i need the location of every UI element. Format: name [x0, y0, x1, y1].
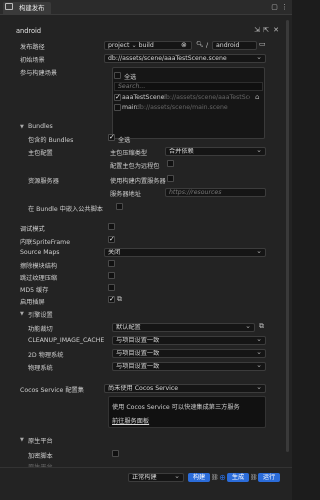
splash-label: 启用插屏	[20, 299, 45, 306]
inline-spriteframe-checkbox[interactable]	[108, 235, 115, 243]
debug-checkbox[interactable]	[108, 223, 115, 230]
search-icon[interactable]: 🔍︎	[196, 41, 204, 48]
compress-type-label: 主包压缩类型	[110, 150, 148, 157]
compress-type-select[interactable]: 合并依赖	[165, 147, 266, 156]
physics-label: 物理系统	[28, 365, 53, 372]
collapse-icon[interactable]: ▼	[20, 124, 24, 130]
collapse-icon[interactable]: ▼	[20, 437, 24, 443]
project-prefix-select[interactable]: project	[108, 42, 129, 49]
import-icon[interactable]: ⇲	[253, 26, 261, 34]
include-bundles-checkbox[interactable]	[108, 133, 115, 141]
platform-title: android	[16, 27, 42, 35]
run-button[interactable]: 运行	[258, 473, 280, 482]
maximize-icon[interactable]: ▢	[270, 3, 279, 12]
scene-checkbox-aaaTestScene[interactable]	[114, 93, 121, 101]
build-button[interactable]: 构建	[188, 473, 210, 482]
erase-module-checkbox[interactable]	[108, 260, 115, 267]
cleanup-image-cache-select[interactable]: 与项目设置一致	[112, 336, 266, 345]
start-scene-select[interactable]: db://assets/scene/aaaTestScene.scene	[104, 54, 266, 63]
remote-main-label: 配置主包为远程包	[110, 163, 160, 170]
footer-bar	[0, 467, 292, 500]
scene-search-input[interactable]: Search...	[114, 82, 263, 91]
main-package-label: 主包配置	[28, 150, 53, 157]
source-maps-select[interactable]: 关闭	[104, 248, 266, 257]
select-all-scenes-label: 全选	[124, 74, 137, 81]
build-panel-icon	[5, 3, 13, 10]
scene-path: db://assets/scene/aaaTestScene	[162, 94, 250, 101]
publish-path-value: build	[138, 42, 154, 49]
inline-spriteframe-label: 内联SpriteFrame	[20, 239, 71, 246]
resource-server-label: 资源服务器	[28, 178, 59, 185]
engine-section-title: 引擎设置	[28, 312, 53, 319]
md5-label: MD5 缓存	[20, 287, 49, 294]
server-address-input[interactable]: https://resources	[165, 188, 266, 197]
cocos-service-label: Cocos Service 配置集	[20, 387, 84, 394]
cocos-service-select[interactable]: 尚未使用 Cocos Service	[104, 384, 266, 393]
physics-select[interactable]: 与项目设置一致	[112, 362, 266, 371]
start-scene-label: 初始场景	[20, 57, 45, 64]
debug-label: 调试模式	[20, 226, 45, 233]
collapse-icon[interactable]: ▼	[20, 311, 24, 317]
folder-icon[interactable]: ▭	[259, 40, 266, 48]
window-title: 构建发布	[19, 4, 45, 12]
link-icon: ⛓	[211, 474, 219, 481]
erase-module-label: 擦除模块结构	[20, 263, 58, 270]
source-maps-label: Source Maps	[20, 249, 60, 256]
skip-compress-label: 跳过纹理压缩	[20, 275, 58, 282]
feature-crop-label: 功能裁切	[28, 326, 53, 333]
encrypt-script-label: 加密脚本	[28, 453, 53, 460]
build-mode-select[interactable]: 正常构建	[128, 473, 184, 482]
physics-2d-select[interactable]: 与项目设置一致	[112, 349, 266, 358]
scene-path: db://assets/scene/main.scene	[136, 104, 228, 111]
window-titlebar: 构建发布 ▢ ⋮	[0, 0, 292, 15]
remote-main-checkbox[interactable]	[167, 160, 174, 167]
cocos-service-info: 使用 Cocos Service 可以快速集成第三方服务	[112, 404, 240, 411]
skip-compress-checkbox[interactable]	[108, 272, 115, 279]
platform-path-input[interactable]: android	[212, 41, 257, 50]
builtin-server-label: 使用构建内置服务器	[110, 178, 166, 185]
home-icon[interactable]: ⌂	[255, 93, 259, 101]
select-all-scenes-checkbox[interactable]	[114, 72, 121, 79]
edit-icon[interactable]: ⧉	[117, 295, 122, 304]
encrypt-script-checkbox[interactable]	[112, 450, 119, 457]
publish-path-label: 发布路径	[20, 44, 45, 51]
make-plus-icon[interactable]: ⊕	[218, 473, 227, 482]
native-section-title: 原生平台	[28, 438, 53, 445]
open-external-icon[interactable]: ⧉	[259, 322, 264, 331]
link-icon: ⛓	[250, 474, 258, 481]
inline-script-checkbox[interactable]	[116, 203, 123, 210]
feature-crop-select[interactable]: 默认配置	[112, 323, 255, 332]
server-address-label: 服务器地址	[110, 191, 141, 198]
clear-icon[interactable]: ⊗	[181, 41, 187, 49]
panel-scrollbar[interactable]	[286, 20, 289, 452]
cleanup-image-cache-label: CLEANUP_IMAGE_CACHE	[28, 337, 105, 344]
more-menu-icon[interactable]: ⋮	[280, 3, 289, 12]
build-scenes-label: 参与构建场景	[20, 70, 58, 77]
inline-script-label: 在 Bundle 中嵌入公共脚本	[28, 206, 103, 213]
scene-name: aaaTestScene	[122, 94, 165, 101]
include-bundles-label: 包含的 Bundles	[28, 137, 74, 144]
include-bundles-all-label: 全选	[118, 137, 131, 144]
export-icon[interactable]: ⇱	[262, 26, 270, 34]
physics-2d-label: 2D 物理系统	[28, 352, 64, 359]
builtin-server-checkbox[interactable]	[167, 175, 174, 182]
publish-path-input[interactable]: project ⌄ build	[104, 41, 192, 50]
service-panel-link[interactable]: 前往服务面板	[112, 416, 149, 425]
close-icon[interactable]: ✕	[272, 26, 280, 34]
path-separator: /	[206, 42, 209, 49]
make-button[interactable]: 生成	[227, 473, 249, 482]
splash-checkbox[interactable]	[108, 295, 115, 303]
md5-checkbox[interactable]	[108, 284, 115, 291]
scene-checkbox-main[interactable]	[114, 104, 121, 111]
bundles-section-title: Bundles	[28, 123, 53, 130]
